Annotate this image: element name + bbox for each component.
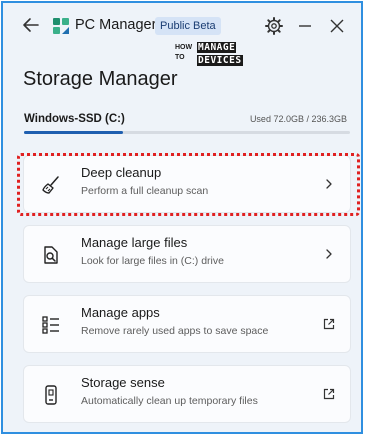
chevron-right-icon (326, 249, 332, 259)
pc-manager-window: PC Manager Public Beta HOW TO MANAGE DEV… (1, 1, 363, 434)
back-arrow-icon[interactable] (21, 15, 41, 35)
pc-manager-logo-icon (53, 18, 69, 34)
external-link-icon (323, 318, 335, 330)
drive-usage-bar-fill (24, 131, 124, 134)
card-title: Manage apps (81, 305, 160, 320)
drive-name[interactable]: Windows-SSD (C:) (24, 113, 125, 125)
watermark-how: HOW (175, 44, 193, 51)
card-description: Automatically clean up temporary files (81, 395, 258, 407)
card-description: Remove rarely used apps to save space (81, 325, 269, 337)
watermark-logo: HOW TO MANAGE DEVICES (175, 42, 251, 74)
file-search-icon (44, 246, 58, 264)
card-description: Look for large files in (C:) drive (81, 255, 224, 267)
manage-apps-card[interactable]: Manage apps Remove rarely used apps to s… (23, 295, 351, 353)
beta-badge: Public Beta (155, 17, 221, 35)
manage-large-files-card[interactable]: Manage large files Look for large files … (23, 225, 351, 283)
phone-storage-icon (45, 385, 57, 405)
card-title: Manage large files (81, 235, 188, 250)
app-list-icon (42, 316, 59, 334)
highlight-annotation (17, 153, 360, 216)
close-icon[interactable] (327, 16, 347, 36)
watermark-to: TO (175, 54, 185, 61)
external-link-icon (323, 388, 335, 400)
page-title: Storage Manager (23, 68, 178, 90)
minimize-icon[interactable] (295, 16, 315, 36)
card-title: Storage sense (81, 375, 165, 390)
gear-icon[interactable] (264, 16, 284, 36)
drive-usage: Used 72.0GB / 236.3GB (249, 114, 347, 124)
storage-sense-card[interactable]: Storage sense Automatically clean up tem… (23, 365, 351, 423)
app-title: PC Manager (75, 17, 157, 33)
drive-usage-bar (24, 131, 350, 134)
watermark-manage: MANAGE (197, 42, 237, 53)
watermark-devices: DEVICES (197, 55, 243, 66)
